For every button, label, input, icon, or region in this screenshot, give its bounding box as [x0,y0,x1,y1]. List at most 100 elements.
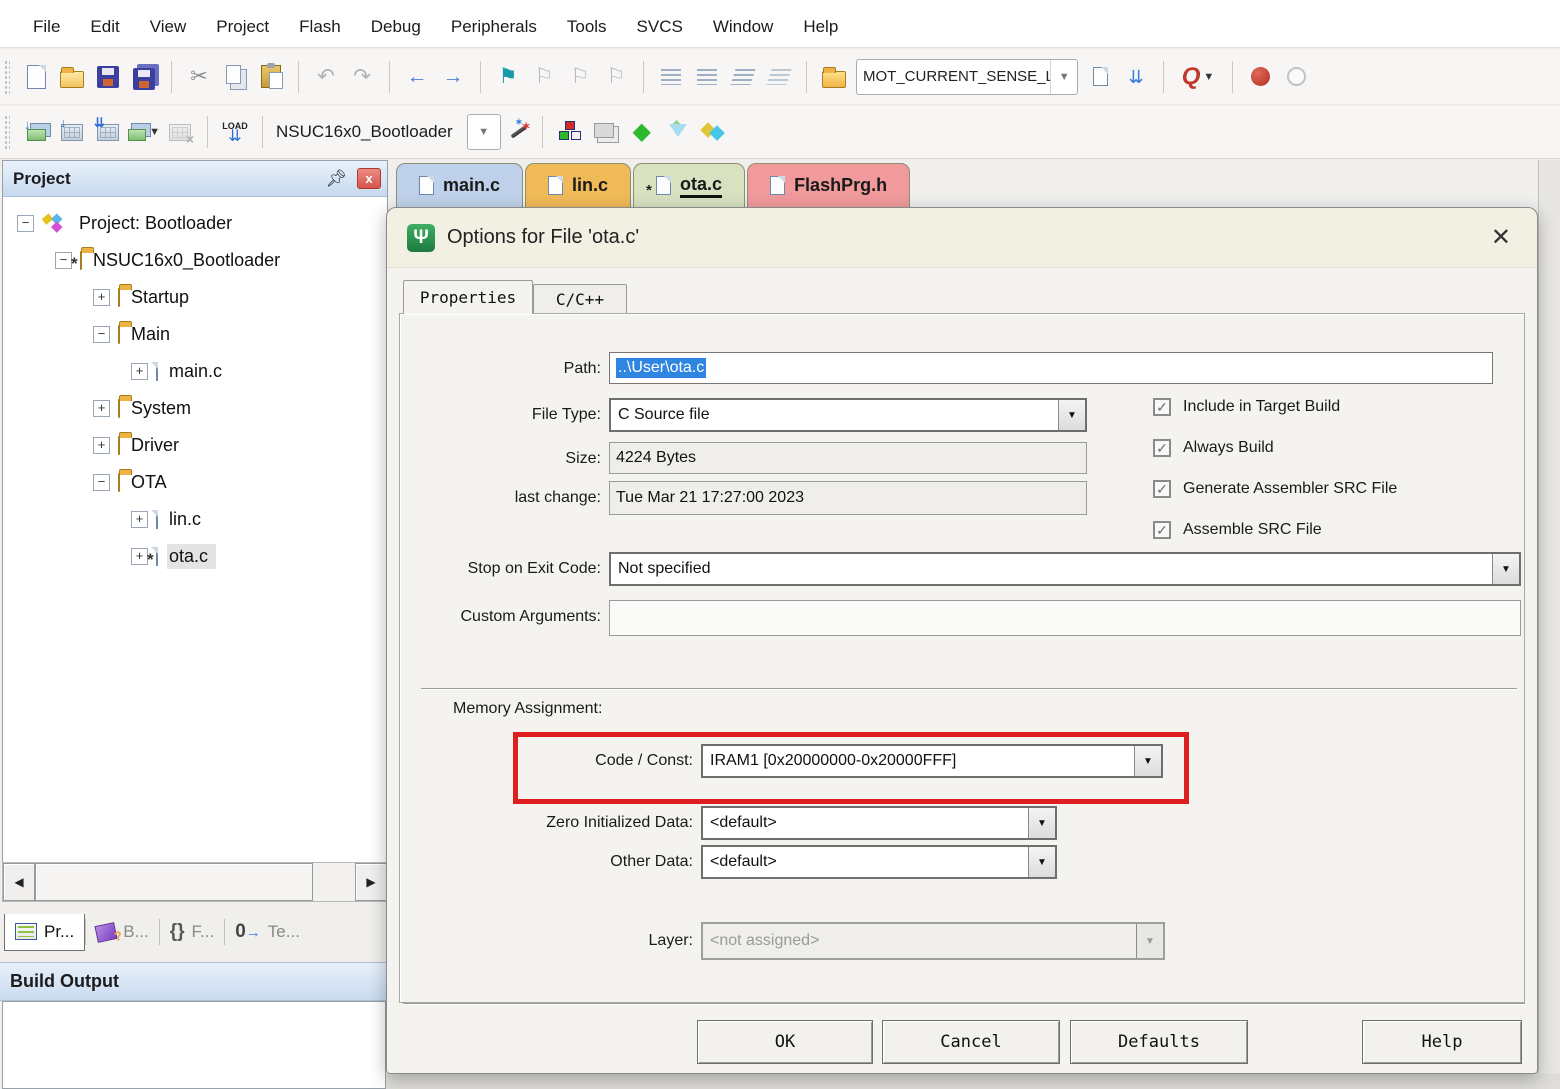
save-button[interactable] [92,60,124,94]
comment-button[interactable] [727,60,759,94]
menu-item-debug[interactable]: Debug [356,13,436,41]
select-software-packs-button[interactable]: ◆ [662,115,694,149]
chevron-down-icon[interactable]: ▼ [1028,808,1055,838]
toolbar-grip[interactable] [4,60,10,94]
file-type-combo[interactable]: C Source file ▼ [609,398,1087,432]
scroll-right-button[interactable]: ▶ [355,863,387,901]
find-in-files-button[interactable] [818,60,850,94]
tree-item-nsuc16x0-bootloader[interactable]: −*NSUC16x0_Bootloader [3,242,387,279]
tree-item-main[interactable]: −Main [3,316,387,353]
manage-project-items-button[interactable] [554,115,586,149]
menu-item-window[interactable]: Window [698,13,788,41]
breakpoint-disabled-button[interactable] [1280,60,1312,94]
tree-item-driver[interactable]: +Driver [3,427,387,464]
horizontal-scrollbar[interactable]: ◀ ▶ [2,862,388,902]
pin-icon[interactable]: 📌︎ [325,169,347,189]
redo-button[interactable]: ↷ [346,60,378,94]
menu-item-svcs[interactable]: SVCS [622,13,698,41]
editor-tab-ota-c[interactable]: *ota.c [633,163,745,207]
build-output-content[interactable] [2,1001,386,1089]
project-panel-close-button[interactable]: x [357,168,381,189]
editor-tab-main-c[interactable]: main.c [396,163,523,207]
dialog-close-button[interactable]: ✕ [1485,223,1517,252]
pack-installer-button[interactable]: ◆◆ [698,115,730,149]
navigate-forward-button[interactable]: → [437,60,469,94]
checkbox-icon[interactable]: ✓ [1153,439,1171,457]
download-button[interactable]: LOAD ⇊ [219,115,251,149]
save-all-button[interactable] [128,60,160,94]
uncomment-button[interactable] [763,60,795,94]
rebuild-all-button[interactable]: ⇊ [92,115,124,149]
checkbox-icon[interactable]: ✓ [1153,480,1171,498]
checkbox-always-build[interactable]: ✓Always Build [1153,439,1397,457]
tree-toggle-icon[interactable]: + [93,400,110,417]
panel-tab-b[interactable]: B... [86,914,159,950]
scroll-left-button[interactable]: ◀ [3,863,35,901]
tree-toggle-icon[interactable]: + [131,511,148,528]
help-button[interactable]: Help [1362,1020,1522,1064]
toolbar-grip[interactable] [4,115,10,149]
search-target-combo[interactable]: MOT_CURRENT_SENSE_L ▼ [856,59,1078,95]
build-button[interactable]: ↓ [56,115,88,149]
menu-item-flash[interactable]: Flash [284,13,356,41]
chevron-down-icon[interactable]: ▼ [1492,554,1519,584]
insert-bookmark-button[interactable]: ⚑ [492,60,524,94]
tree-item-main-c[interactable]: +main.c [3,353,387,390]
custom-arguments-input[interactable] [609,600,1521,636]
tree-toggle-icon[interactable]: − [93,326,110,343]
tree-toggle-icon[interactable]: + [131,363,148,380]
target-combo-dropdown[interactable]: ▼ [467,114,501,150]
checkbox-icon[interactable]: ✓ [1153,398,1171,416]
tree-toggle-icon[interactable]: + [131,548,148,565]
ok-button[interactable]: OK [697,1020,873,1064]
checkbox-assemble-src-file[interactable]: ✓Assemble SRC File [1153,521,1397,539]
open-file-button[interactable] [56,60,88,94]
menu-item-peripherals[interactable]: Peripherals [436,13,552,41]
manage-run-time-environment-button[interactable]: ◆ [626,115,658,149]
cut-button[interactable]: ✂ [183,60,215,94]
tree-toggle-icon[interactable]: + [93,289,110,306]
tree-item-lin-c[interactable]: +lin.c [3,501,387,538]
memory-combo[interactable]: IRAM1 [0x20000000-0x20000FFF]▼ [701,744,1163,778]
previous-bookmark-button[interactable]: ⚐ [528,60,560,94]
dialog-title-bar[interactable]: Ψ Options for File 'ota.c' ✕ [387,208,1537,268]
navigate-back-button[interactable]: ← [401,60,433,94]
tree-item-startup[interactable]: +Startup [3,279,387,316]
manage-windows-button[interactable] [590,115,622,149]
tree-toggle-icon[interactable]: − [17,215,34,232]
menu-item-view[interactable]: View [135,13,202,41]
menu-item-file[interactable]: File [18,13,75,41]
menu-item-help[interactable]: Help [788,13,853,41]
checkbox-icon[interactable]: ✓ [1153,521,1171,539]
menu-item-tools[interactable]: Tools [552,13,622,41]
tab-properties[interactable]: Properties [403,280,533,314]
panel-tab-pr[interactable]: Pr... [4,914,85,951]
path-input[interactable]: ..\User\ota.c [609,352,1493,384]
target-options-button[interactable]: ✶ ✶ [507,120,531,144]
new-file-button[interactable] [20,60,52,94]
editor-tab-lin-c[interactable]: lin.c [525,163,631,207]
next-bookmark-button[interactable]: ⚐ [564,60,596,94]
chevron-down-icon[interactable]: ▼ [1050,60,1077,94]
tab-cpp[interactable]: C/C++ [533,284,627,314]
stop-build-button[interactable]: × [164,115,196,149]
checkbox-include-in-target-build[interactable]: ✓Include in Target Build [1153,398,1397,416]
outdent-button[interactable] [691,60,723,94]
indent-button[interactable] [655,60,687,94]
copy-button[interactable] [219,60,251,94]
checkbox-generate-assembler-src-file[interactable]: ✓Generate Assembler SRC File [1153,480,1397,498]
cancel-button[interactable]: Cancel [882,1020,1060,1064]
incremental-find-button[interactable]: ⇊ [1120,60,1152,94]
tree-item-project-bootloader[interactable]: −◆◆◆Project: Bootloader [3,205,387,242]
breakpoint-enabled-button[interactable] [1244,60,1276,94]
tree-toggle-icon[interactable]: + [93,437,110,454]
panel-tab-f[interactable]: {}F... [160,913,224,951]
defaults-button[interactable]: Defaults [1070,1020,1248,1064]
find-button[interactable] [1084,60,1116,94]
memory-combo[interactable]: <default>▼ [701,845,1057,879]
tree-toggle-icon[interactable]: − [93,474,110,491]
chevron-down-icon[interactable]: ▼ [1058,400,1085,430]
batch-build-caret-icon[interactable]: ▼ [149,126,160,138]
quick-search-button[interactable]: Q ▼ [1175,60,1221,94]
target-combo-value[interactable]: NSUC16x0_Bootloader [272,122,463,142]
